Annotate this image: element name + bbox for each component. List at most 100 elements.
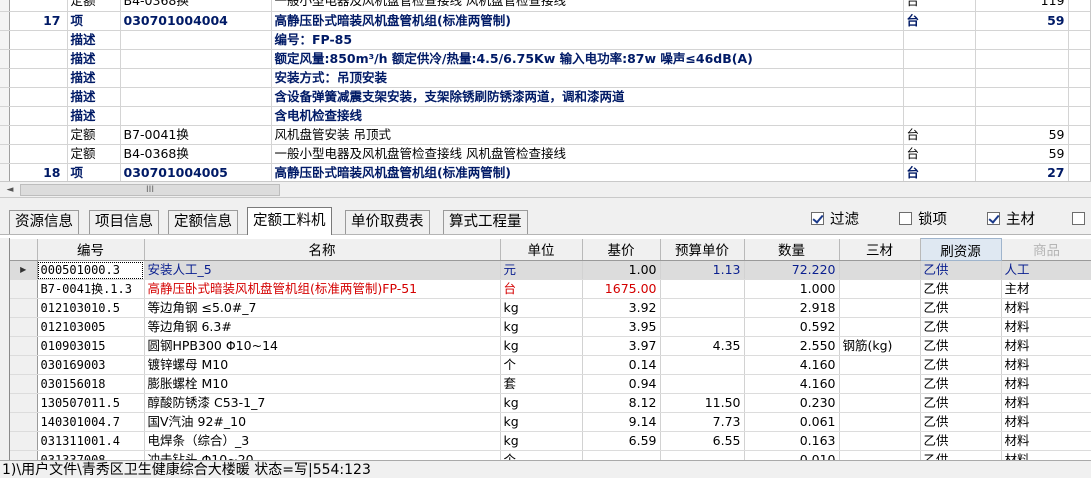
bill-row-name[interactable]: 含设备弹簧减震支架安装，支架除锈刷防锈漆两道，调和漆两道 <box>271 87 904 107</box>
material-unit[interactable]: kg <box>500 336 583 356</box>
material-supply-type[interactable]: 乙供 <box>920 450 1002 460</box>
bill-row[interactable]: 定额 B4-0368换 一般小型电器及风机盘管检查接线 风机盘管检查接线台 119 <box>0 0 1090 12</box>
bill-row-sequence[interactable] <box>9 125 68 145</box>
bill-row-name[interactable]: 编号：FP-85 <box>271 30 904 50</box>
material-category[interactable]: 材料 <box>1001 393 1091 413</box>
bill-row-unit[interactable]: 台 <box>903 144 976 164</box>
checkbox-checked-icon[interactable] <box>811 212 824 225</box>
material-row[interactable]: 012103010.5 等边角钢 ≤5.0#_7 kg 3.92 2.918 乙供 材料 <box>10 298 1091 318</box>
material-budget-price[interactable] <box>660 450 745 460</box>
bill-row-unit[interactable]: 台 <box>903 163 976 181</box>
material-supply-type[interactable]: 乙供 <box>920 355 1002 375</box>
material-row[interactable]: 030156018 膨胀螺栓 M10 套 0.94 4.160 乙供 材料 <box>10 374 1091 394</box>
bill-row-code[interactable]: B4-0368换 <box>120 0 272 12</box>
bill-row-type[interactable]: 描述 <box>67 49 121 69</box>
bill-row-sequence[interactable] <box>9 0 68 12</box>
tab-unit-price-fee-table[interactable]: 单价取费表 <box>345 210 430 234</box>
material-base-price[interactable]: 3.97 <box>582 336 661 356</box>
material-quantity[interactable]: 4.160 <box>744 374 840 394</box>
material-three-materials[interactable] <box>839 412 921 432</box>
upper-bill-grid[interactable]: 定额 B4-0368换 一般小型电器及风机盘管检查接线 风机盘管检查接线台 119 17… <box>0 0 1091 181</box>
bill-row-quantity[interactable] <box>975 30 1069 50</box>
material-code[interactable]: 140301004.7 <box>37 412 145 432</box>
bill-row-quantity[interactable]: 27 <box>975 163 1069 181</box>
material-name[interactable]: 等边角钢 6.3# <box>144 317 501 337</box>
bill-row-sequence[interactable] <box>9 106 68 126</box>
bill-row-code[interactable]: 030701004004 <box>120 11 272 31</box>
bill-row-name[interactable]: 一般小型电器及风机盘管检查接线 风机盘管检查接线 <box>271 144 904 164</box>
material-name[interactable]: 安装人工_5 <box>144 260 501 280</box>
labor-material-machine-grid[interactable]: 编号 名称 单位 基价 预算单价 数量 三材 刷资源 商品 ▶ 000501000… <box>9 238 1091 460</box>
bill-row-unit[interactable]: 台 <box>903 11 976 31</box>
bill-row-type[interactable]: 定额 <box>67 0 121 12</box>
material-three-materials[interactable] <box>839 450 921 460</box>
bill-row-sequence[interactable] <box>9 87 68 107</box>
bill-row-unit[interactable] <box>903 106 976 126</box>
bill-row[interactable]: 描述 含电机检查接线 <box>0 106 1090 126</box>
material-supply-type[interactable]: 乙供 <box>920 279 1002 299</box>
bill-row-name[interactable]: 高静压卧式暗装风机盘管机组(标准两管制) <box>271 163 904 181</box>
material-code[interactable]: B7-0041换.1.3 <box>37 279 145 299</box>
bill-row[interactable]: 定额 B7-0041换 风机盘管安装 吊顶式台 59 <box>0 125 1090 145</box>
material-category[interactable]: 材料 <box>1001 450 1091 460</box>
bill-row[interactable]: 定额 B4-0368换 一般小型电器及风机盘管检查接线 风机盘管检查接线台 59 <box>0 144 1090 164</box>
material-three-materials[interactable] <box>839 279 921 299</box>
material-quantity[interactable]: 0.010 <box>744 450 840 460</box>
bill-row-name[interactable]: 含电机检查接线 <box>271 106 904 126</box>
material-supply-type[interactable]: 乙供 <box>920 260 1002 280</box>
material-category[interactable]: 主材 <box>1001 279 1091 299</box>
material-three-materials[interactable] <box>839 260 921 280</box>
material-code[interactable]: 031337008 <box>37 450 145 460</box>
material-category[interactable]: 材料 <box>1001 431 1091 451</box>
bill-row-code[interactable] <box>120 68 272 88</box>
material-budget-price[interactable] <box>660 298 745 318</box>
bill-row-quantity[interactable] <box>975 49 1069 69</box>
checkbox-unchecked-icon[interactable] <box>1072 212 1085 225</box>
bill-row-code[interactable] <box>120 30 272 50</box>
checkbox-unchecked-icon[interactable] <box>899 212 912 225</box>
material-base-price[interactable]: 3.95 <box>582 317 661 337</box>
column-header-budget-price[interactable]: 预算单价 <box>660 238 745 261</box>
tab-quota-info[interactable]: 定额信息 <box>168 210 238 234</box>
bill-row[interactable]: 17 项 030701004004 高静压卧式暗装风机盘管机组(标准两管制) 台 59 <box>0 11 1090 31</box>
material-unit[interactable]: kg <box>500 317 583 337</box>
bill-row-name[interactable]: 风机盘管安装 吊顶式 <box>271 125 904 145</box>
material-quantity[interactable]: 2.550 <box>744 336 840 356</box>
tab-formula-quantity[interactable]: 算式工程量 <box>443 210 528 234</box>
column-header-name[interactable]: 名称 <box>144 238 501 261</box>
material-supply-type[interactable]: 乙供 <box>920 431 1002 451</box>
material-budget-price[interactable]: 6.55 <box>660 431 745 451</box>
material-code[interactable]: 030169003 <box>37 355 145 375</box>
material-base-price[interactable]: 6.59 <box>582 431 661 451</box>
material-budget-price[interactable]: 11.50 <box>660 393 745 413</box>
bill-row-unit[interactable]: 台 <box>903 125 976 145</box>
bill-row-sequence[interactable] <box>9 30 68 50</box>
tab-project-info[interactable]: 项目信息 <box>89 210 159 234</box>
bill-row[interactable]: 描述 额定风量:850m³/h 额定供冷/热量:4.5/6.75Kw 输入电功率:… <box>0 49 1090 69</box>
bill-row-unit[interactable] <box>903 49 976 69</box>
material-category[interactable]: 材料 <box>1001 355 1091 375</box>
material-supply-type[interactable]: 乙供 <box>920 298 1002 318</box>
bill-row-code[interactable] <box>120 49 272 69</box>
bill-row-name[interactable]: 安装方式：吊顶安装 <box>271 68 904 88</box>
material-quantity[interactable]: 72.220 <box>744 260 840 280</box>
bill-row-code[interactable] <box>120 106 272 126</box>
material-three-materials[interactable] <box>839 317 921 337</box>
column-header-base-price[interactable]: 基价 <box>582 238 661 261</box>
material-row[interactable]: 030169003 镀锌螺母 M10 个 0.14 4.160 乙供 材料 <box>10 355 1091 375</box>
column-header-quantity[interactable]: 数量 <box>744 238 840 261</box>
material-supply-type[interactable]: 乙供 <box>920 336 1002 356</box>
scroll-left-arrow-icon[interactable]: ◄ <box>3 184 17 196</box>
lock-item-checkbox[interactable]: 锁项 <box>899 211 947 229</box>
bill-row-type[interactable]: 描述 <box>67 68 121 88</box>
material-base-price[interactable]: 1.00 <box>582 260 661 280</box>
bill-row-sequence[interactable]: 18 <box>9 163 68 181</box>
bill-row-sequence[interactable] <box>9 68 68 88</box>
material-three-materials[interactable]: 钢筋(kg) <box>839 336 921 356</box>
bill-row-sequence[interactable] <box>9 144 68 164</box>
material-row[interactable]: 010903015 圆钢HPB300 Φ10~14 kg 3.97 4.35 2.550 钢… <box>10 336 1091 356</box>
material-row[interactable]: 140301004.7 国V汽油 92#_10 kg 9.14 7.73 0.061 乙供材… <box>10 412 1091 432</box>
main-material-checkbox[interactable]: 主材 <box>987 211 1035 229</box>
material-name[interactable]: 国V汽油 92#_10 <box>144 412 501 432</box>
material-name[interactable]: 圆钢HPB300 Φ10~14 <box>144 336 501 356</box>
